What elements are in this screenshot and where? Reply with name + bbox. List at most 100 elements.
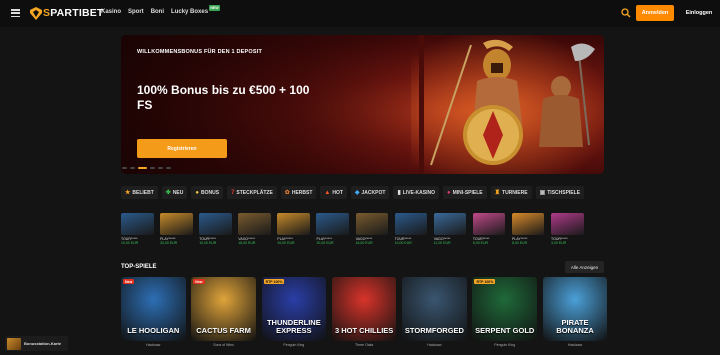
game-thumbnail xyxy=(316,213,349,235)
category-label: HOT xyxy=(332,189,343,196)
clover-icon: ✤ xyxy=(165,189,171,196)
nav-item-label: Boni xyxy=(150,9,165,15)
coin-icon: ● xyxy=(195,189,199,196)
fire-icon: ▲ xyxy=(324,189,331,196)
nav-item-lucky-boxes[interactable]: Lucky Boxes NEW xyxy=(171,5,221,15)
game-card[interactable]: RTP 100% THUNDERLINE EXPRESS Penguin King xyxy=(261,277,327,347)
recent-win-item[interactable]: TOUR***** 10,00 EUR xyxy=(121,213,154,245)
login-button[interactable]: Einloggen xyxy=(680,5,718,21)
game-provider: Three Oaks xyxy=(354,343,374,347)
category-turniere[interactable]: ♜ TURNIERE xyxy=(490,186,532,199)
category-neu[interactable]: ✤ NEU xyxy=(161,186,188,199)
cards-icon: ▮ xyxy=(397,189,401,196)
new-badge: New xyxy=(123,279,135,284)
rtp-badge: RTP 100% xyxy=(474,279,496,284)
win-amount: 20,00 EUR xyxy=(277,241,295,245)
site-logo[interactable]: SPARTIBET xyxy=(30,6,104,20)
nav-item-kasino[interactable]: Kasino xyxy=(101,9,121,15)
game-thumbnail xyxy=(355,213,389,235)
winner-name: VAGO***** xyxy=(355,236,373,241)
winner-name: PLAY***** xyxy=(277,236,293,241)
menu-icon[interactable] xyxy=(11,9,20,17)
show-all-button[interactable]: Alle Anzeigen xyxy=(565,261,604,273)
slider-dot[interactable] xyxy=(158,167,163,169)
leaf-icon: ✿ xyxy=(284,189,290,196)
category-hot[interactable]: ▲ HOT xyxy=(320,186,347,199)
category-label: BELIEBT xyxy=(132,189,154,196)
recent-win-item[interactable]: TOUR***** 3,00 EUR xyxy=(551,213,584,245)
recent-win-item[interactable]: PLAY***** 20,00 EUR xyxy=(277,213,310,245)
slider-dot[interactable] xyxy=(130,167,135,169)
slider-dot[interactable] xyxy=(150,167,155,169)
recent-win-item[interactable]: PLAY***** 20,00 EUR xyxy=(160,213,193,245)
winner-name: PLAY***** xyxy=(316,236,332,241)
category-beliebt[interactable]: ★ BELIEBT xyxy=(121,186,158,199)
game-title: CACTUS FARM xyxy=(196,326,251,335)
hero-banner[interactable]: WILLKOMMENSBONUS FÜR DEN 1 DEPOSIT 100% … xyxy=(121,35,604,174)
game-cover: PIRATE BONANZA xyxy=(542,277,608,341)
game-card[interactable]: PIRATE BONANZA Hacksaw xyxy=(542,277,608,347)
category-bonus[interactable]: ● BONUS xyxy=(191,186,224,199)
game-provider: Hacksaw xyxy=(146,343,161,347)
category-jackpot[interactable]: ◆ JACKPOT xyxy=(350,186,390,199)
game-thumbnail xyxy=(277,213,310,235)
game-card[interactable]: New CACTUS FARM Sons of Wins xyxy=(191,277,256,347)
game-thumbnail xyxy=(551,213,584,235)
game-card[interactable]: STORMFORGED Hacksaw xyxy=(402,277,467,347)
category-label: TURNIERE xyxy=(502,189,528,196)
game-card[interactable]: New LE HOOLIGAN Hacksaw xyxy=(121,277,186,347)
search-icon[interactable] xyxy=(621,8,631,18)
nav-item-boni[interactable]: Boni xyxy=(151,9,164,15)
recent-win-item[interactable]: VAGO***** 16,00 EUR xyxy=(238,213,271,245)
win-amount: 16,00 EUR xyxy=(238,241,256,245)
hero-slider-dots xyxy=(122,167,171,169)
hero-register-button[interactable]: Registrieren xyxy=(137,139,227,158)
game-provider: Hacksaw xyxy=(567,343,583,347)
win-amount: 8,00 EUR xyxy=(511,241,528,245)
game-thumbnail xyxy=(511,213,545,235)
win-amount: 10,00 EUR xyxy=(121,241,139,245)
win-amount: 10,00 EUR xyxy=(394,241,412,245)
game-card[interactable]: 3 HOT CHILLIES Three Oaks xyxy=(331,277,397,347)
category-label: MINI-SPIELE xyxy=(452,189,483,196)
game-cover: RTP 100% SERPENT GOLD xyxy=(472,277,537,341)
recent-win-item[interactable]: TOUR***** 10,00 EUR xyxy=(199,213,232,245)
game-title: LE HOOLIGAN xyxy=(127,326,180,335)
slider-dot[interactable] xyxy=(138,167,147,169)
game-card[interactable]: RTP 100% SERPENT GOLD Penguin King xyxy=(472,277,537,347)
category-label: TISCHSPIELE xyxy=(547,189,581,196)
category-mini-spiele[interactable]: ● MINI-SPIELE xyxy=(442,186,487,199)
game-cover: New LE HOOLIGAN xyxy=(121,277,186,341)
category-live-kasino[interactable]: ▮ LIVE-KASINO xyxy=(393,186,439,199)
category-label: STECKPLÄTZE xyxy=(236,189,273,196)
game-thumbnail xyxy=(472,213,506,235)
winner-name: VAGO***** xyxy=(238,236,255,241)
recent-win-item[interactable]: PLAY***** 8,00 EUR xyxy=(511,213,545,245)
nav-item-sport[interactable]: Sport xyxy=(128,9,144,15)
game-thumbnail xyxy=(121,213,154,235)
game-title: SERPENT GOLD xyxy=(475,326,535,335)
recent-win-item[interactable]: PLAY***** 20,00 EUR xyxy=(316,213,349,245)
game-cover: New CACTUS FARM xyxy=(191,277,256,341)
bonus-card-widget[interactable]: Bonusstation-Karte xyxy=(5,336,68,351)
winner-name: PLAY***** xyxy=(511,236,528,241)
recent-win-item[interactable]: VAGO***** 11,00 EUR xyxy=(433,213,467,245)
category-tischspiele[interactable]: ▣ TISCHSPIELE xyxy=(535,186,585,199)
winner-name: TOUR***** xyxy=(121,236,138,241)
diamond-icon: ◆ xyxy=(354,189,360,196)
category-steckplätze[interactable]: 7 STECKPLÄTZE xyxy=(227,186,277,199)
new-badge: New xyxy=(193,279,205,284)
category-label: LIVE-KASINO xyxy=(402,189,435,196)
category-herbst[interactable]: ✿ HERBST xyxy=(280,186,317,199)
register-button[interactable]: Anmelden xyxy=(636,5,674,21)
game-provider: Penguin King xyxy=(283,343,305,347)
category-label: JACKPOT xyxy=(361,189,386,196)
recent-win-item[interactable]: VAGO***** 16,00 EUR xyxy=(355,213,389,245)
slider-dot[interactable] xyxy=(122,167,127,169)
slider-dot[interactable] xyxy=(166,167,171,169)
recent-win-item[interactable]: TOUR***** 10,00 EUR xyxy=(394,213,428,245)
recent-win-item[interactable]: TOUR***** 5,00 EUR xyxy=(472,213,506,245)
star-icon: ★ xyxy=(125,189,131,196)
game-thumbnail xyxy=(394,213,428,235)
seven-icon: 7 xyxy=(231,189,235,196)
